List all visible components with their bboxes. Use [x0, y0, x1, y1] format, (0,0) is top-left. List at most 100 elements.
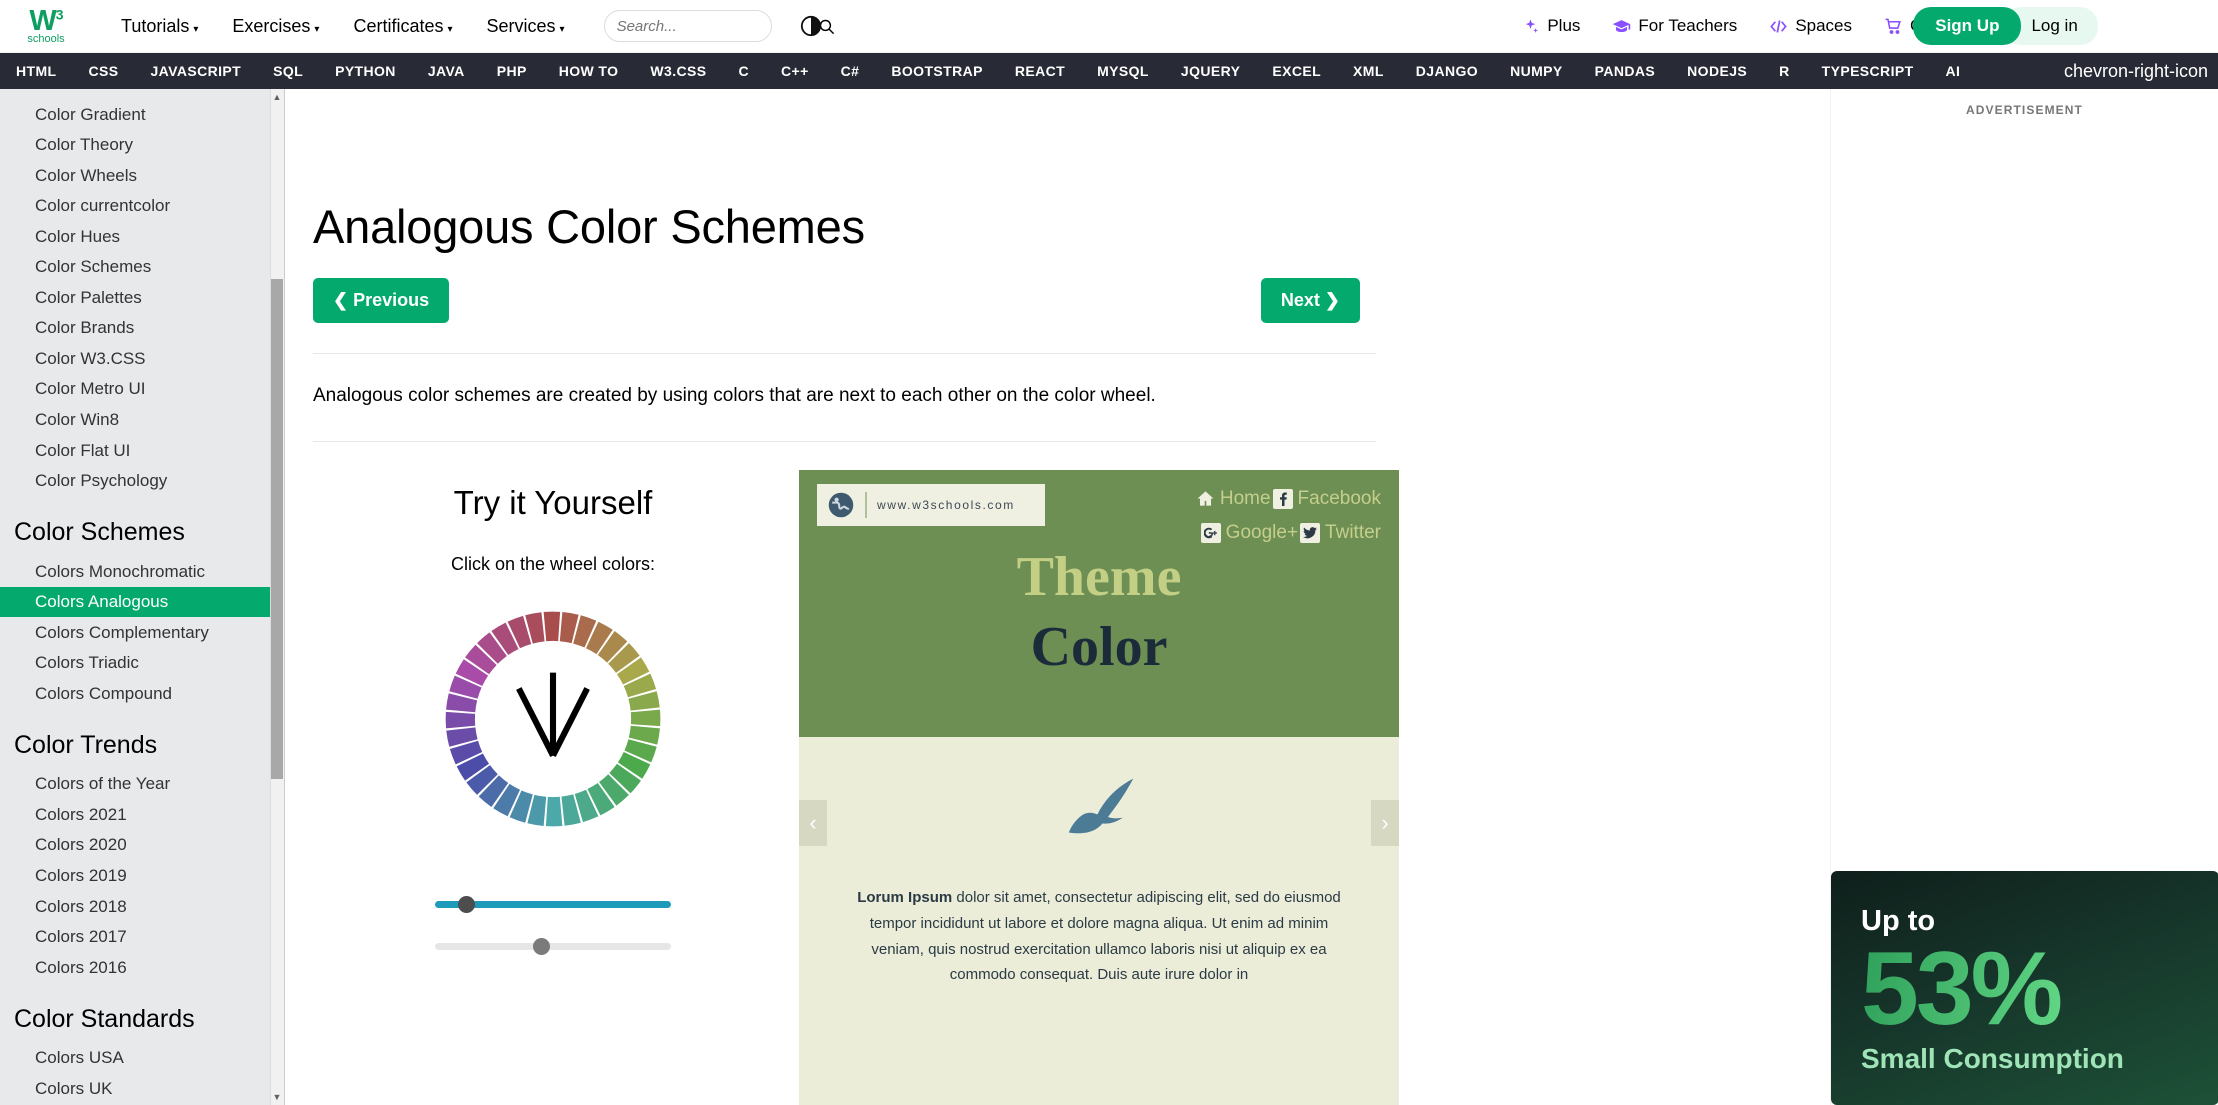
- sidebar-item-colors-2017[interactable]: Colors 2017: [0, 922, 284, 953]
- color-wheel-segment[interactable]: [628, 725, 660, 745]
- lang-tab-sql[interactable]: SQL: [257, 53, 319, 89]
- sidebar-item-color-wheels[interactable]: Color Wheels: [0, 160, 284, 191]
- lang-tab-r[interactable]: R: [1763, 53, 1806, 89]
- color-wheel-segment[interactable]: [455, 658, 489, 686]
- lang-tab-nodejs[interactable]: NODEJS: [1671, 53, 1763, 89]
- sidebar-item-color-flat-ui[interactable]: Color Flat UI: [0, 435, 284, 466]
- lang-tab-pandas[interactable]: PANDAS: [1579, 53, 1671, 89]
- sidebar-item-color-win8[interactable]: Color Win8: [0, 404, 284, 435]
- lang-tab-react[interactable]: REACT: [999, 53, 1081, 89]
- sidebar-item-colors-uk[interactable]: Colors UK: [0, 1073, 284, 1104]
- lang-tab-cpp[interactable]: C++: [765, 53, 825, 89]
- lang-tab-numpy[interactable]: NUMPY: [1494, 53, 1579, 89]
- saturation-slider-thumb[interactable]: [457, 895, 475, 913]
- sidebar-item-color-theory[interactable]: Color Theory: [0, 130, 284, 161]
- contrast-toggle-icon[interactable]: [800, 15, 822, 37]
- color-wheel-segment[interactable]: [617, 751, 651, 779]
- lang-tab-how-to[interactable]: HOW TO: [543, 53, 635, 89]
- sidebar-item-colors-2021[interactable]: Colors 2021: [0, 799, 284, 830]
- sidebar-item-colors-2019[interactable]: Colors 2019: [0, 860, 284, 891]
- chevron-right-icon[interactable]: chevron-right-icon: [2057, 53, 2214, 89]
- search-input[interactable]: [616, 17, 818, 35]
- lightness-slider[interactable]: [435, 937, 671, 957]
- color-wheel-segment[interactable]: [525, 611, 545, 644]
- header-link-plus[interactable]: Plus: [1505, 16, 1596, 36]
- nav-services[interactable]: Services ▾: [470, 10, 582, 43]
- lang-tab-bootstrap[interactable]: BOOTSTRAP: [875, 53, 999, 89]
- color-wheel-segment[interactable]: [624, 738, 657, 762]
- color-wheel-segment[interactable]: [561, 793, 581, 826]
- color-wheel-segment[interactable]: [478, 774, 509, 807]
- color-wheel-segment[interactable]: [616, 656, 650, 685]
- lang-tab-php[interactable]: PHP: [481, 53, 543, 89]
- sidebar-item-color-gradient[interactable]: Color Gradient: [0, 99, 284, 130]
- header-link-for-teachers[interactable]: For Teachers: [1596, 16, 1753, 36]
- sidebar-item-color-schemes[interactable]: Color Schemes: [0, 252, 284, 283]
- preview-url-box[interactable]: www.w3schools.com: [817, 483, 1045, 526]
- preview-link-googleplus[interactable]: Google+: [1200, 522, 1298, 544]
- nav-certificates[interactable]: Certificates ▾: [336, 10, 469, 43]
- lang-tab-django[interactable]: DJANGO: [1400, 53, 1494, 89]
- search-box[interactable]: [603, 10, 834, 42]
- color-wheel-segment[interactable]: [449, 675, 482, 699]
- color-wheel-segment[interactable]: [491, 622, 519, 655]
- preview-prev-arrow[interactable]: ‹: [799, 799, 827, 846]
- sidebar-item-colors-compound[interactable]: Colors Compound: [0, 678, 284, 709]
- color-wheel-segment[interactable]: [572, 614, 597, 648]
- sidebar-item-color-brands[interactable]: Color Brands: [0, 313, 284, 344]
- color-wheel-segment[interactable]: [585, 621, 613, 654]
- lightness-slider-track[interactable]: [435, 942, 671, 950]
- color-wheel-segment[interactable]: [623, 673, 657, 697]
- color-wheel-segment[interactable]: [628, 690, 660, 711]
- color-wheel-segment[interactable]: [598, 773, 629, 806]
- sidebar-item-colors-triadic[interactable]: Colors Triadic: [0, 648, 284, 679]
- preview-link-twitter[interactable]: Twitter: [1300, 522, 1381, 544]
- lang-tab-excel[interactable]: EXCEL: [1256, 53, 1337, 89]
- lang-tab-xml[interactable]: XML: [1337, 53, 1400, 89]
- color-wheel-segment[interactable]: [608, 642, 640, 673]
- color-wheel-segment[interactable]: [466, 764, 498, 795]
- color-wheel-segment[interactable]: [574, 789, 599, 822]
- lang-tab-css[interactable]: CSS: [72, 53, 134, 89]
- sidebar-item-color-palettes[interactable]: Color Palettes: [0, 282, 284, 313]
- sidebar-item-color-psychology[interactable]: Color Psychology: [0, 466, 284, 497]
- color-wheel-segment[interactable]: [559, 611, 579, 643]
- lang-tab-html[interactable]: HTML: [0, 53, 72, 89]
- lang-tab-w3css[interactable]: W3.CSS: [634, 53, 722, 89]
- lang-tab-c[interactable]: C: [722, 53, 765, 89]
- saturation-slider[interactable]: [435, 895, 671, 915]
- lang-tab-typescript[interactable]: TYPESCRIPT: [1806, 53, 1930, 89]
- ad-banner[interactable]: Up to 53% Small Consumption: [1831, 871, 2218, 1105]
- header-link-spaces[interactable]: Spaces: [1753, 16, 1868, 36]
- sidebar-scrollbar[interactable]: ▲ ▼: [270, 89, 284, 1105]
- color-wheel-segment[interactable]: [609, 763, 641, 793]
- nav-exercises[interactable]: Exercises ▾: [215, 10, 336, 43]
- color-wheel-segment[interactable]: [527, 794, 547, 826]
- color-wheel-segment[interactable]: [507, 615, 532, 648]
- color-wheel-segment[interactable]: [446, 726, 478, 747]
- lang-tab-python[interactable]: PYTHON: [319, 53, 412, 89]
- color-wheel-segment[interactable]: [465, 644, 497, 674]
- lang-tab-jquery[interactable]: JQUERY: [1165, 53, 1256, 89]
- color-wheel-segment[interactable]: [446, 692, 478, 712]
- sidebar-scroll-thumb[interactable]: [271, 279, 283, 779]
- color-wheel-widget[interactable]: [431, 597, 675, 841]
- sidebar-item-colors-analogous[interactable]: Colors Analogous: [0, 586, 284, 618]
- sidebar-item-colors-usa[interactable]: Colors USA: [0, 1043, 284, 1074]
- sidebar-item-color-hues[interactable]: Color Hues: [0, 221, 284, 252]
- color-wheel-segment[interactable]: [477, 631, 508, 664]
- lang-tab-javascript[interactable]: JAVASCRIPT: [134, 53, 257, 89]
- sidebar-item-colors-complementary[interactable]: Colors Complementary: [0, 617, 284, 648]
- lightness-slider-thumb[interactable]: [533, 937, 551, 955]
- sidebar-item-colors-2018[interactable]: Colors 2018: [0, 891, 284, 922]
- scroll-up-icon[interactable]: ▲: [271, 90, 283, 104]
- lang-tab-ai[interactable]: AI: [1930, 53, 1977, 89]
- sidebar-item-color-w3css[interactable]: Color W3.CSS: [0, 343, 284, 374]
- sign-up-button[interactable]: Sign Up: [1913, 7, 2022, 45]
- lang-tab-java[interactable]: JAVA: [412, 53, 481, 89]
- sidebar-item-color-metro-ui[interactable]: Color Metro UI: [0, 374, 284, 405]
- color-wheel-segment[interactable]: [587, 782, 615, 815]
- lang-tab-mysql[interactable]: MYSQL: [1081, 53, 1165, 89]
- previous-button[interactable]: ❮ Previous: [313, 278, 450, 323]
- w3schools-logo[interactable]: W3 schools: [14, 7, 78, 45]
